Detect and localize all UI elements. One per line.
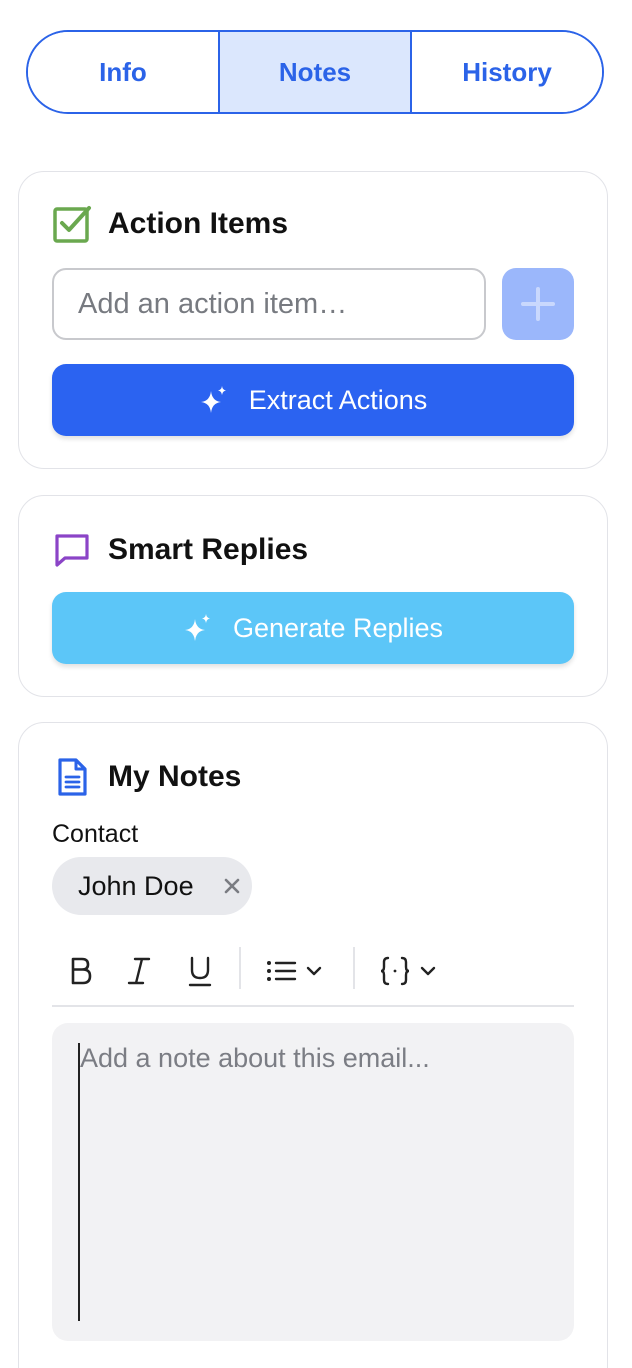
underline-icon [188,956,212,987]
action-items-card: Action Items Extract Actions [18,171,608,469]
formatting-toolbar [52,939,574,1007]
toolbar-divider [239,947,241,989]
bold-icon [71,957,92,985]
note-textarea[interactable] [78,1043,548,1321]
note-editor [52,1023,574,1341]
checkbox-icon [52,204,92,244]
chat-bubble-icon [52,530,92,570]
my-notes-card: My Notes Contact John Doe [18,722,608,1368]
my-notes-title: My Notes [108,760,242,793]
generate-replies-button[interactable]: Generate Replies [52,592,574,664]
sparkle-icon [183,613,213,643]
action-items-title: Action Items [108,207,289,240]
code-braces-icon [380,956,436,986]
sparkle-icon [199,385,229,415]
list-button[interactable] [266,953,326,989]
tab-bar: Info Notes History [26,30,604,114]
contact-label: Contact [52,820,139,848]
tab-history[interactable]: History [412,32,602,112]
italic-icon [127,957,151,985]
list-icon [267,961,322,981]
action-item-input[interactable] [78,287,460,321]
document-icon [52,757,92,797]
bold-button[interactable] [68,953,94,989]
smart-replies-card: Smart Replies Generate Replies [18,495,608,697]
code-button[interactable] [380,953,442,989]
add-action-item-button[interactable] [502,268,574,340]
tab-info[interactable]: Info [28,32,220,112]
smart-replies-title: Smart Replies [108,533,309,566]
tab-notes[interactable]: Notes [220,32,412,112]
italic-button[interactable] [126,953,152,989]
my-notes-header: My Notes [52,757,241,797]
generate-replies-label: Generate Replies [232,612,444,643]
close-icon [224,878,240,894]
smart-replies-header: Smart Replies [52,530,308,570]
contact-chip[interactable]: John Doe [52,857,252,915]
plus-icon [521,287,555,321]
contact-chip-label: John Doe [78,870,194,901]
action-item-input-wrapper [52,268,486,340]
remove-contact-button[interactable] [212,857,252,915]
underline-button[interactable] [186,953,214,989]
toolbar-divider [353,947,355,989]
extract-actions-button[interactable]: Extract Actions [52,364,574,436]
extract-actions-label: Extract Actions [248,384,428,415]
action-items-header: Action Items [52,204,288,244]
